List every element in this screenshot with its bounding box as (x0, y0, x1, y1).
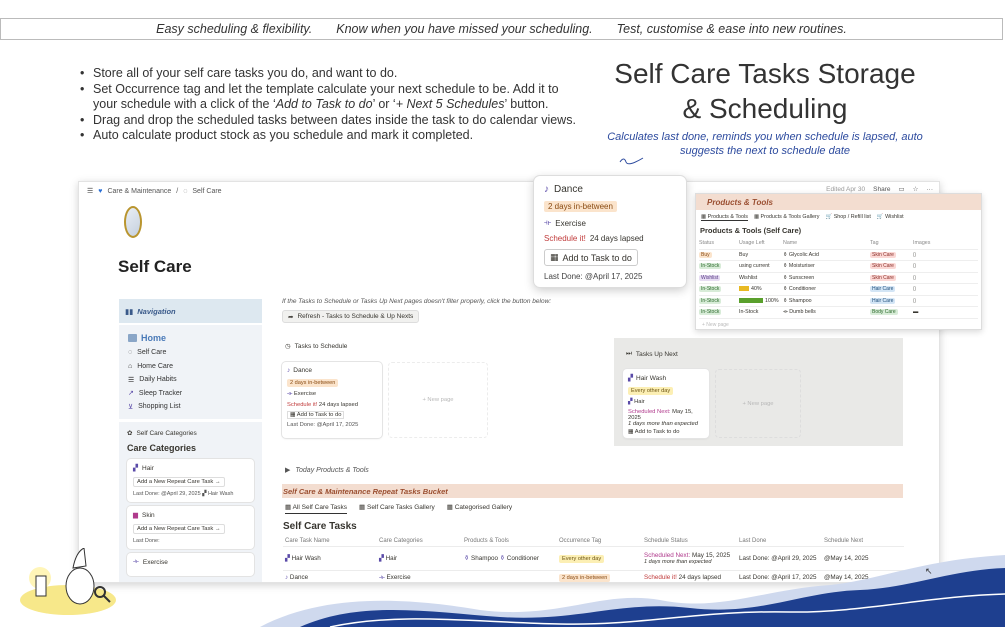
wave-decoration (260, 555, 1005, 627)
screenshot-root: Easy scheduling & flexibility. Know when… (0, 0, 1005, 627)
cursor-icon: ↖ (925, 566, 933, 576)
character-doodle-icon (20, 548, 116, 615)
